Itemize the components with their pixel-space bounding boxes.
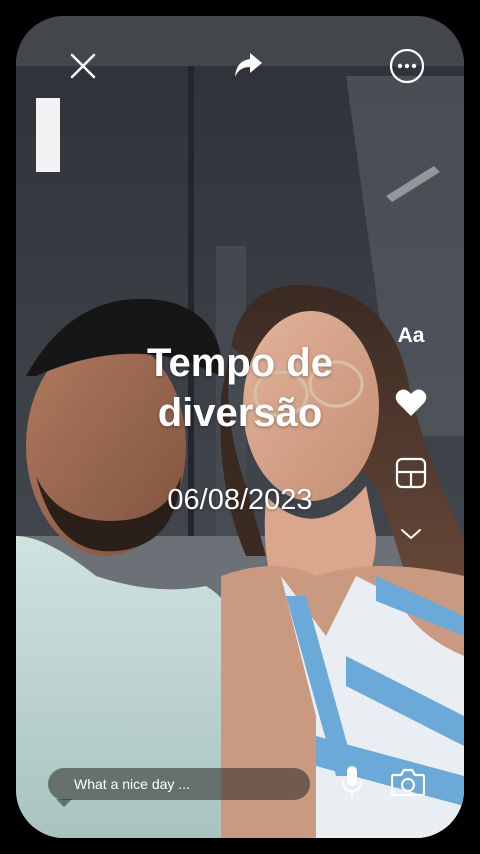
card-title: Tempo de diversão: [147, 341, 333, 435]
microphone-icon: [342, 766, 362, 798]
share-forward-icon: [235, 53, 262, 77]
close-icon: [70, 53, 96, 79]
close-button[interactable]: [66, 49, 100, 83]
camera-icon: [391, 768, 425, 796]
text-style-label: Aa: [397, 324, 425, 347]
caption-placeholder: What a nice day ...: [74, 776, 190, 792]
microphone-button[interactable]: [338, 764, 366, 800]
heart-icon: [395, 389, 427, 416]
caption-bubble-tail: [56, 799, 72, 807]
text-style-button[interactable]: Aa: [390, 320, 432, 352]
card-date: 06/08/2023: [167, 484, 313, 516]
layout-button[interactable]: [394, 456, 428, 490]
chevron-down-icon: [401, 529, 421, 539]
more-options-icon: [389, 48, 425, 84]
layout-grid-icon: [395, 457, 427, 489]
share-button[interactable]: [230, 48, 266, 82]
camera-button[interactable]: [390, 766, 426, 798]
more-options-button[interactable]: [388, 47, 426, 85]
caption-input[interactable]: What a nice day ...: [48, 768, 310, 800]
expand-tools-button[interactable]: [398, 524, 424, 544]
like-button[interactable]: [394, 386, 428, 420]
